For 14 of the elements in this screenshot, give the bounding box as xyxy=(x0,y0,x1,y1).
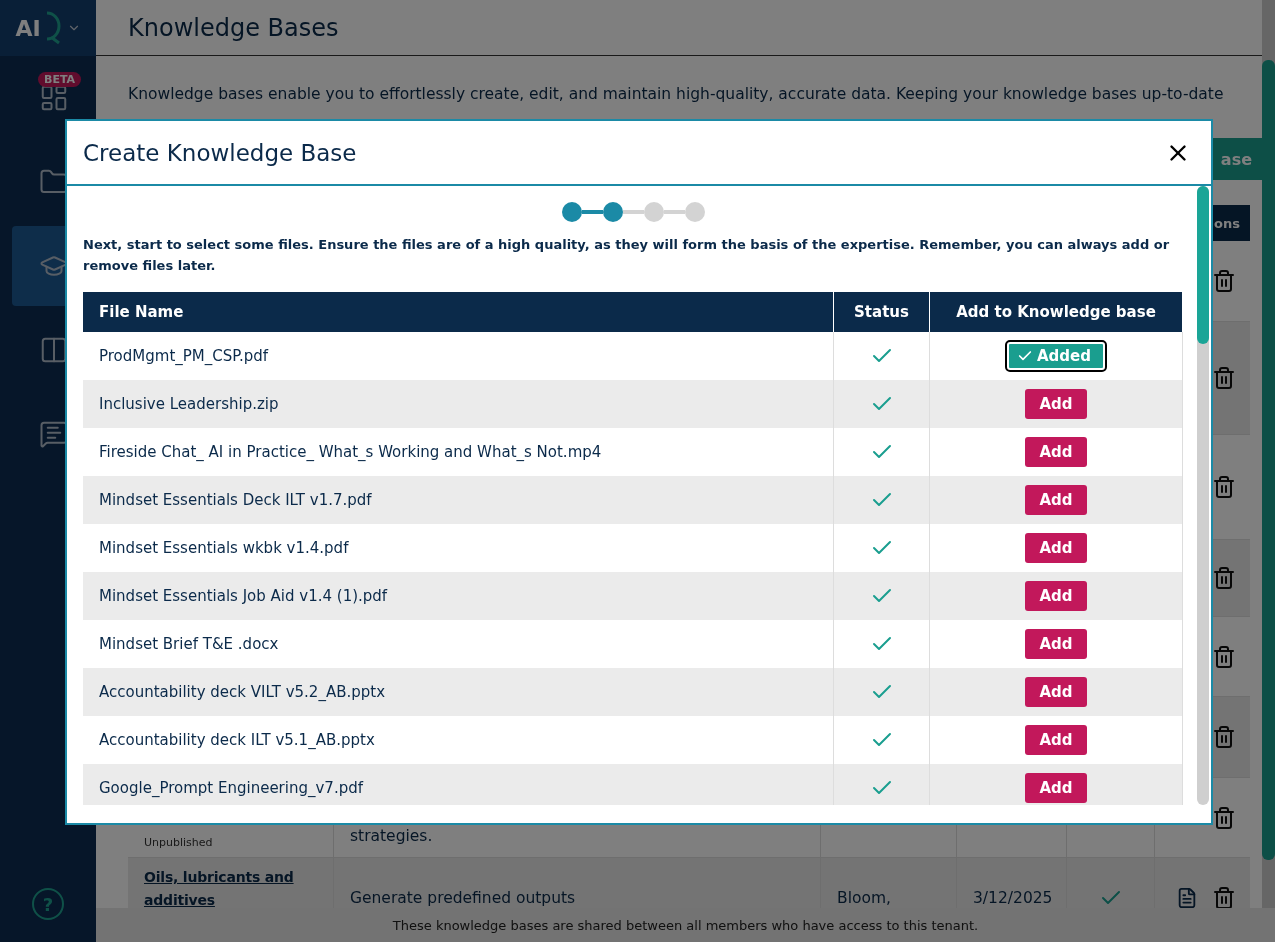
file-name: Google_Prompt Engineering_v7.pdf xyxy=(83,764,834,805)
author-text: Bloom, xyxy=(837,888,892,907)
column-header: ons xyxy=(1214,215,1241,231)
beta-badge: BETA xyxy=(38,72,82,87)
date-text: 3/12/2025 xyxy=(973,888,1050,907)
description-text: strategies. xyxy=(350,827,434,845)
instructions-text: Next, start to select some files. Ensure the files are of a high quality, as they will form the basis of the expertise. Remember, you can always add or remove files later. xyxy=(83,236,1171,275)
status-text: Unpublished xyxy=(144,836,214,849)
description-text: Generate predefined outputs xyxy=(350,888,577,907)
dialog-title: Create Knowledge Base xyxy=(83,139,357,166)
logo-text: AI xyxy=(15,15,41,41)
page-description: Knowledge bases enable you to effortlessly create, edit, and maintain high-quality, accurate data. Keeping your knowledge bases up-to-date xyxy=(128,84,1225,105)
footer-note: These knowledge bases are shared between all members who have access to this tenant. xyxy=(96,908,1275,942)
page-title: Knowledge Bases xyxy=(96,0,1262,56)
